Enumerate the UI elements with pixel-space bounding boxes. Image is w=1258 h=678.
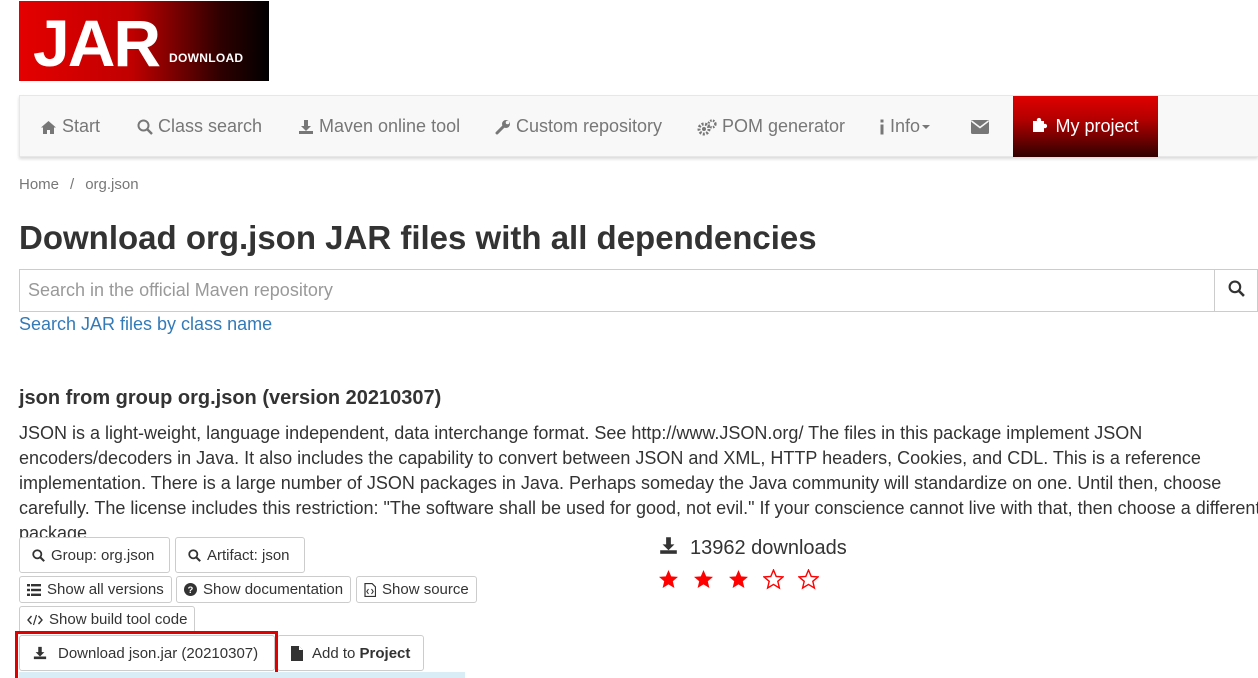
artifact-description: JSON is a light-weight, language indepen… [19, 423, 1258, 543]
svg-text:?: ? [188, 585, 194, 595]
nav-class-search[interactable]: Class search [137, 96, 262, 156]
info-icon [879, 119, 885, 135]
wrench-icon [495, 119, 511, 135]
group-button-label: Group: org.json [51, 546, 155, 564]
star-empty-icon [798, 569, 819, 590]
show-documentation-label: Show documentation [203, 581, 344, 598]
add-to-label: Add to [312, 644, 360, 662]
group-button[interactable]: Group: org.json [19, 537, 170, 573]
rating-stars [658, 569, 833, 590]
class-search-link[interactable]: Search JAR files by class name [19, 314, 272, 335]
home-icon [40, 120, 57, 135]
artifact-button[interactable]: Artifact: json [175, 537, 305, 573]
show-source-button[interactable]: Show source [356, 576, 477, 603]
download-icon [298, 119, 314, 135]
nav-custom-repository-label: Custom repository [516, 116, 663, 136]
show-versions-label: Show all versions [47, 581, 164, 598]
search-icon [188, 548, 201, 562]
nav-pom-generator-label: POM generator [722, 116, 846, 136]
nav-pom-generator[interactable]: POM generator [697, 96, 845, 156]
main-navbar: Start Class search Maven online tool Cus… [19, 95, 1258, 157]
breadcrumb-separator: / [70, 176, 75, 193]
star-empty-icon [763, 569, 784, 590]
nav-info-dropdown[interactable]: Info [879, 96, 931, 156]
nav-info-label: Info [890, 116, 921, 136]
code-icon [27, 614, 43, 626]
search-icon [137, 119, 153, 136]
question-circle-icon: ? [184, 583, 197, 596]
download-count-label: 13962 downloads [690, 537, 847, 559]
nav-maven-tool-label: Maven online tool [319, 116, 461, 136]
show-documentation-button[interactable]: ? Show documentation [176, 576, 351, 603]
nav-contact[interactable] [971, 96, 994, 156]
list-icon [27, 583, 41, 596]
download-highlight-box [15, 631, 278, 678]
gears-icon [697, 119, 717, 136]
nav-custom-repository[interactable]: Custom repository [495, 96, 662, 156]
nav-start[interactable]: Start [40, 96, 100, 156]
add-project-label: Project [359, 644, 411, 662]
nav-maven-tool[interactable]: Maven online tool [298, 96, 460, 156]
search-button[interactable] [1214, 269, 1258, 312]
puzzle-icon [1032, 97, 1049, 157]
logo-text: JAR [33, 6, 161, 80]
breadcrumb-current: org.json [85, 176, 139, 193]
search-icon [32, 548, 45, 562]
breadcrumb-home[interactable]: Home [19, 176, 59, 193]
show-versions-button[interactable]: Show all versions [19, 576, 172, 603]
search-icon [1228, 280, 1245, 302]
nav-class-search-label: Class search [158, 116, 263, 136]
file-icon [291, 645, 303, 661]
nav-my-project[interactable]: My project [1013, 96, 1158, 157]
envelope-icon [971, 120, 989, 135]
page-title: Download org.json JAR files with all dep… [19, 219, 817, 256]
breadcrumb: Home / org.json [19, 176, 139, 193]
star-filled-icon [729, 570, 748, 588]
logo-subtext: DOWNLOAD [169, 51, 244, 65]
file-code-icon [364, 582, 376, 597]
maven-search-input[interactable] [19, 269, 1215, 312]
add-to-project-button[interactable]: Add to Project [277, 635, 424, 671]
show-build-tool-button[interactable]: Show build tool code [19, 606, 195, 633]
download-icon [659, 536, 678, 561]
star-filled-icon [659, 570, 678, 588]
artifact-button-label: Artifact: json [207, 546, 290, 564]
nav-start-label: Start [62, 116, 101, 136]
artifact-heading: json from group org.json (version 202103… [19, 387, 442, 409]
site-logo[interactable]: JAR DOWNLOAD [19, 1, 269, 81]
info-panel [19, 672, 465, 678]
download-count: 13962 downloads [659, 536, 847, 561]
show-build-tool-label: Show build tool code [49, 611, 188, 628]
caret-down-icon [922, 125, 931, 130]
show-source-label: Show source [382, 581, 469, 598]
nav-my-project-label: My project [1055, 116, 1139, 136]
star-filled-icon [694, 570, 713, 588]
